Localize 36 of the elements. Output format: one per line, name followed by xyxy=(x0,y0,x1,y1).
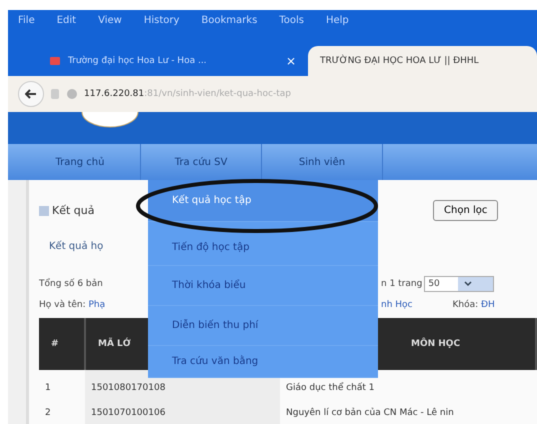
table-cell: Nguyên lí cơ bản của CN Mác - Lê nin xyxy=(280,401,536,424)
field-label: Khóa: xyxy=(452,300,480,310)
panel-icon xyxy=(39,206,49,216)
table-cell: 1501070100106 xyxy=(85,401,280,424)
field-value: ĐH xyxy=(481,300,495,310)
menu-item[interactable]: Tools xyxy=(279,14,304,26)
chevron-down-icon xyxy=(464,281,472,287)
field-value: Phạ xyxy=(88,300,106,310)
back-button[interactable] xyxy=(18,81,44,107)
url-field[interactable]: 117.6.220.81:81/vn/sinh-vien/ket-qua-hoc-tap xyxy=(84,89,291,99)
menu-item[interactable]: File xyxy=(18,14,35,26)
back-arrow-icon xyxy=(25,89,37,99)
browser-tab[interactable]: Trường đại học Hoa Lư - Hoa ... × xyxy=(38,46,308,76)
table-cell: 2 xyxy=(39,401,85,424)
filter-button[interactable]: Chọn lọc xyxy=(433,200,498,221)
field-label: Họ và tên: xyxy=(39,300,87,310)
logo-icon xyxy=(80,112,140,128)
menu-item[interactable]: Help xyxy=(326,14,349,26)
dropdown-item[interactable]: Diễn biến thu phí xyxy=(148,306,378,346)
dropdown-item[interactable]: Tra cứu văn bằng xyxy=(148,346,378,378)
menu-item[interactable]: View xyxy=(98,14,122,26)
favicon-icon xyxy=(50,57,60,65)
page-size-select[interactable]: 50 xyxy=(424,276,494,292)
column-header: # xyxy=(39,318,85,370)
close-icon[interactable]: × xyxy=(286,54,296,68)
panel-title: Kết quả xyxy=(52,204,94,217)
dropdown-item[interactable]: Thời khóa biểu xyxy=(148,266,378,306)
record-count: Tổng số 6 bản xyxy=(39,279,104,289)
menu-item[interactable]: History xyxy=(144,14,180,26)
browser-tab[interactable]: TRƯỜNG ĐẠI HỌC HOA LƯ || ĐHHL xyxy=(308,46,537,76)
menu-item[interactable]: Edit xyxy=(56,14,76,26)
menu-item[interactable]: Bookmarks xyxy=(201,14,258,26)
table-cell: 1 xyxy=(39,370,85,401)
dropdown-item[interactable]: Tiến độ học tập xyxy=(148,222,378,266)
page-size-label: n 1 trang xyxy=(381,279,422,289)
field-value: nh Học xyxy=(381,300,412,310)
